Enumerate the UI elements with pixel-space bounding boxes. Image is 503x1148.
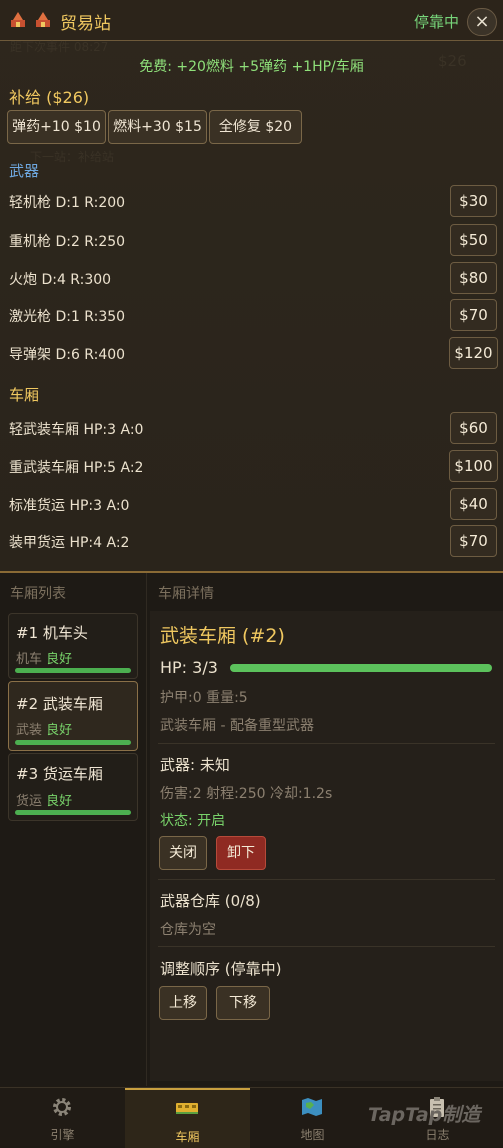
car-type-text: 货运 bbox=[16, 794, 43, 809]
car-status: 良好 bbox=[46, 794, 73, 809]
buy-weapon-button[interactable]: $30 bbox=[450, 185, 497, 217]
gear-icon bbox=[53, 1098, 71, 1116]
car-type-text: 机车 bbox=[16, 652, 43, 667]
tab-label: 地图 bbox=[300, 1128, 325, 1142]
station-title: 贸易站 bbox=[60, 14, 111, 34]
car-item-label: 标准货运 HP:3 A:0 bbox=[9, 498, 130, 514]
station-flag-icon bbox=[36, 12, 50, 27]
car-list-item[interactable]: #3 货运车厢 货运 良好 bbox=[8, 753, 138, 821]
cars-section-title: 车厢 bbox=[9, 386, 40, 404]
weapon-name: 武器: 未知 bbox=[160, 756, 230, 774]
weapon-off-button[interactable]: 关闭 bbox=[159, 836, 207, 870]
tab-label: 车厢 bbox=[175, 1130, 200, 1144]
car-detail-panel: 武装车厢 (#2) HP: 3/3 护甲:0 重量:5 武装车厢 - 配备重型武… bbox=[150, 611, 503, 1081]
car-management-area: 车厢列表 车厢详情 #1 机车头 机车 良好 #2 武装车厢 武装 良好 #3 … bbox=[0, 573, 503, 1086]
buy-weapon-button[interactable]: $80 bbox=[450, 262, 497, 294]
car-status: 良好 bbox=[46, 723, 73, 738]
car-hp-bar bbox=[15, 810, 131, 815]
buy-car-button[interactable]: $70 bbox=[450, 525, 497, 557]
car-type: 机车 良好 bbox=[16, 648, 72, 667]
car-stats: 护甲:0 重量:5 bbox=[160, 690, 248, 706]
background-station-label: 下一站：补给站 bbox=[30, 150, 115, 164]
tab-engine[interactable]: 引擎 bbox=[0, 1088, 125, 1146]
car-status: 良好 bbox=[46, 652, 73, 667]
move-up-button[interactable]: 上移 bbox=[159, 986, 207, 1020]
full-repair-button[interactable]: 全修复 $20 bbox=[209, 110, 302, 144]
weapons-section-title: 武器 bbox=[9, 162, 40, 180]
weapon-stats: 伤害:2 射程:250 冷却:1.2s bbox=[160, 786, 333, 802]
docked-status: 停靠中 bbox=[414, 13, 460, 31]
move-down-button[interactable]: 下移 bbox=[216, 986, 270, 1020]
car-hp-bar bbox=[15, 740, 131, 745]
taptap-watermark: TapTap制造 bbox=[368, 1104, 481, 1126]
car-name: #3 货运车厢 bbox=[16, 765, 103, 783]
car-details-header: 车厢详情 bbox=[158, 586, 214, 602]
weapon-status: 状态: 开启 bbox=[160, 813, 226, 829]
car-hp-text: HP: 3/3 bbox=[160, 658, 218, 677]
weapon-item-label: 轻机枪 D:1 R:200 bbox=[9, 195, 126, 211]
car-list-item-selected[interactable]: #2 武装车厢 武装 良好 bbox=[8, 681, 138, 751]
car-type-text: 武装 bbox=[16, 723, 43, 738]
station-flag-icon bbox=[11, 12, 25, 27]
car-item-label: 重武装车厢 HP:5 A:2 bbox=[9, 460, 144, 476]
train-car-icon bbox=[176, 1103, 198, 1114]
car-hp-fill bbox=[230, 664, 492, 672]
background-distance-text: 距下次事件 08:27 bbox=[10, 40, 109, 54]
buy-car-button[interactable]: $60 bbox=[450, 412, 497, 444]
buy-ammo-button[interactable]: 弹药+10 $10 bbox=[7, 110, 106, 144]
reorder-title: 调整顺序 (停靠中) bbox=[160, 960, 282, 978]
car-item-label: 装甲货运 HP:4 A:2 bbox=[9, 535, 130, 551]
buy-car-button[interactable]: $40 bbox=[450, 488, 497, 520]
divider bbox=[158, 946, 495, 947]
car-detail-title: 武装车厢 (#2) bbox=[160, 625, 285, 647]
buy-weapon-button[interactable]: $70 bbox=[450, 299, 497, 331]
tab-map[interactable]: 地图 bbox=[250, 1088, 375, 1146]
unload-weapon-button[interactable]: 卸下 bbox=[216, 836, 266, 870]
car-item-label: 轻武装车厢 HP:3 A:0 bbox=[9, 422, 144, 438]
car-list-item[interactable]: #1 机车头 机车 良好 bbox=[8, 613, 138, 679]
tab-label: 日志 bbox=[425, 1128, 450, 1142]
weapon-item-label: 激光枪 D:1 R:350 bbox=[9, 309, 126, 325]
car-hp-bar bbox=[230, 664, 492, 672]
buy-fuel-button[interactable]: 燃料+30 $15 bbox=[108, 110, 207, 144]
storage-empty-text: 仓库为空 bbox=[160, 922, 216, 938]
tab-label: 引擎 bbox=[50, 1128, 75, 1142]
car-type: 货运 良好 bbox=[16, 790, 72, 809]
tab-cars[interactable]: 车厢 bbox=[125, 1088, 250, 1148]
buy-car-button[interactable]: $100 bbox=[449, 450, 498, 482]
trade-station-panel: 贸易站 停靠中 × 距下次事件 08:27 下一站：补给站 $26 免费: +2… bbox=[0, 0, 503, 573]
map-icon bbox=[302, 1098, 322, 1116]
car-description: 武装车厢 - 配备重型武器 bbox=[160, 718, 314, 734]
close-button[interactable]: × bbox=[467, 8, 497, 36]
title-bar: 贸易站 停靠中 × bbox=[0, 0, 503, 41]
divider bbox=[158, 879, 495, 880]
car-name: #1 机车头 bbox=[16, 624, 88, 642]
weapon-storage-title: 武器仓库 (0/8) bbox=[160, 892, 261, 910]
car-hp-bar bbox=[15, 668, 131, 673]
free-bonus-text: 免费: +20燃料 +5弹药 +1HP/车厢 bbox=[139, 59, 364, 75]
buy-weapon-button[interactable]: $120 bbox=[449, 337, 498, 369]
car-name: #2 武装车厢 bbox=[16, 695, 103, 713]
car-type: 武装 良好 bbox=[16, 719, 72, 738]
column-divider bbox=[146, 573, 147, 1086]
weapon-item-label: 火炮 D:4 R:300 bbox=[9, 272, 112, 288]
buy-weapon-button[interactable]: $50 bbox=[450, 224, 497, 256]
car-list-header: 车厢列表 bbox=[10, 586, 66, 602]
close-icon: × bbox=[474, 11, 490, 32]
weapon-item-label: 重机枪 D:2 R:250 bbox=[9, 234, 126, 250]
divider bbox=[158, 743, 495, 744]
supply-title: 补给 ($26) bbox=[9, 88, 90, 107]
weapon-item-label: 导弹架 D:6 R:400 bbox=[9, 347, 126, 363]
